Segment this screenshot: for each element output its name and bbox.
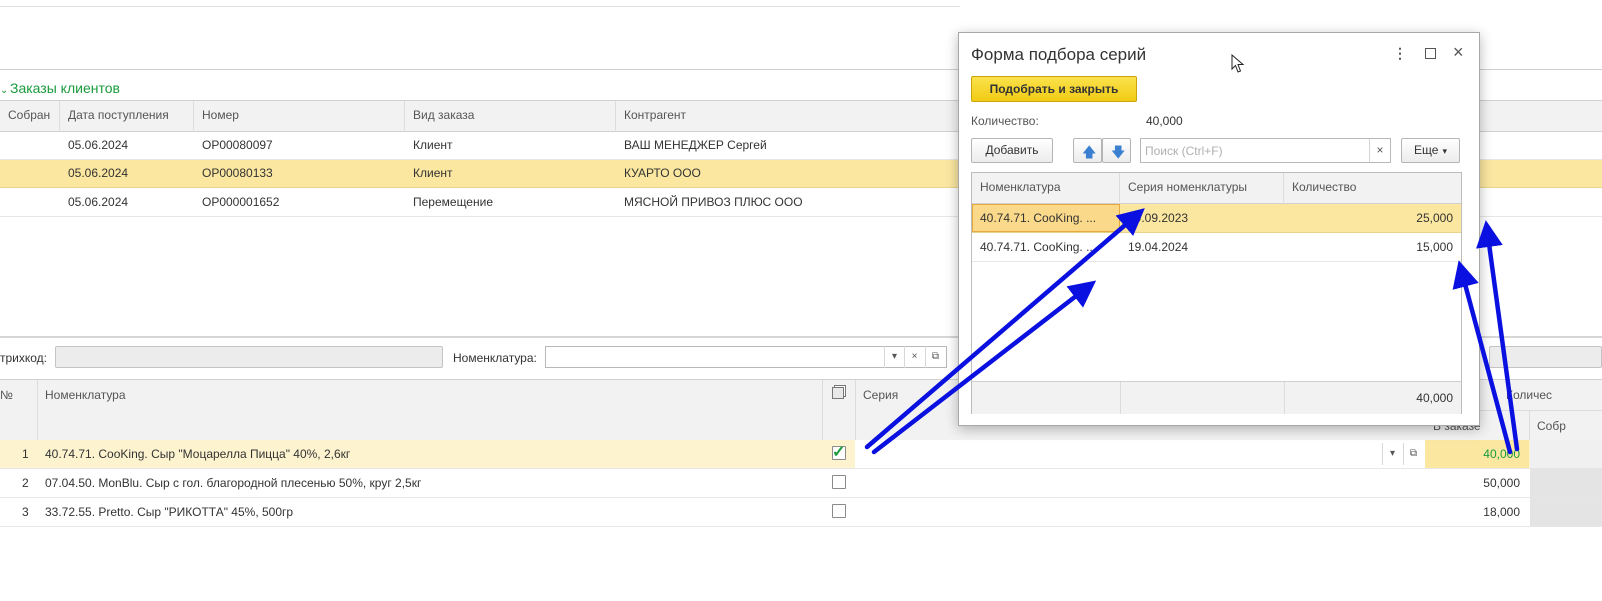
arrow-to-qty-15 <box>1452 260 1513 455</box>
arrow-to-first-row <box>864 208 1145 450</box>
arrow-to-second-row <box>871 280 1097 455</box>
annotation-arrows <box>864 208 1520 455</box>
